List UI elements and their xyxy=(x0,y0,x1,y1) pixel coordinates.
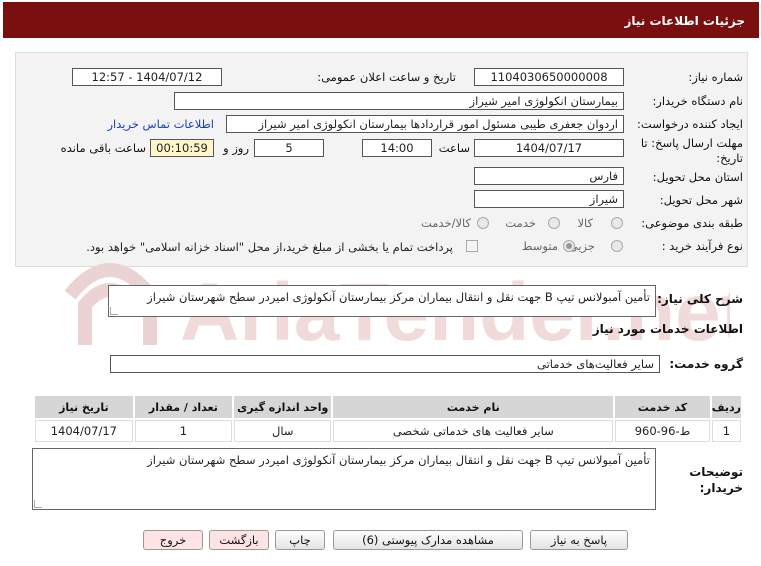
announce-field: 1404/07/12 - 12:57 xyxy=(72,68,222,86)
table-row: 1 ط-96-960 سایر فعالیت های خدماتی شخصی س… xyxy=(35,420,741,442)
resize-handle-icon[interactable] xyxy=(34,500,42,508)
city-label: شهر محل تحویل: xyxy=(659,193,743,207)
remaining-time-field: 00:10:59 xyxy=(150,139,214,157)
deadline-label-line1: مهلت ارسال پاسخ: تا xyxy=(640,136,743,150)
treasury-payment-note: پرداخت تمام یا بخشی از مبلغ خرید،از محل … xyxy=(86,240,453,254)
creator-field: اردوان جعفری طیبی مسئول امور قراردادها ب… xyxy=(226,115,624,133)
deadline-date-field: 1404/07/17 xyxy=(474,139,624,157)
back-button[interactable]: بازگشت xyxy=(209,530,269,550)
deadline-time-field: 14:00 xyxy=(362,139,432,157)
category-label: طبقه بندی موضوعی: xyxy=(641,216,743,230)
summary-text: تأمین آمبولانس تیپ B جهت نقل و انتقال بی… xyxy=(147,290,650,304)
purchase-type-label: نوع فرآیند خرید : xyxy=(661,239,743,253)
purchase-medium-label: متوسط xyxy=(521,239,558,253)
cell-service-name: سایر فعالیت های خدماتی شخصی xyxy=(333,420,614,442)
page-title: جزئیات اطلاعات نیاز xyxy=(624,14,745,28)
need-number-field: 1104030650000008 xyxy=(474,68,624,86)
category-goods-service-label: کالا/خدمت xyxy=(420,216,471,230)
need-number-label: شماره نیاز: xyxy=(688,70,743,84)
page-header: جزئیات اطلاعات نیاز xyxy=(3,2,759,38)
cell-service-code: ط-96-960 xyxy=(615,420,710,442)
summary-textarea[interactable]: تأمین آمبولانس تیپ B جهت نقل و انتقال بی… xyxy=(108,285,656,317)
cell-unit: سال xyxy=(234,420,332,442)
resize-handle-icon[interactable] xyxy=(110,307,118,315)
table-header-row: ردیف کد خدمت نام خدمت واحد اندازه گیری ت… xyxy=(35,396,741,418)
purchase-medium-radio[interactable] xyxy=(563,240,575,252)
cell-need-date: 1404/07/17 xyxy=(35,420,133,442)
services-section-title: اطلاعات خدمات مورد نیاز xyxy=(592,322,743,336)
province-label: استان محل تحویل: xyxy=(652,170,743,184)
days-label: روز و xyxy=(223,141,249,155)
purchase-minor-radio[interactable] xyxy=(611,240,623,252)
deadline-time-label: ساعت xyxy=(438,141,470,155)
remaining-time-label: ساعت باقی مانده xyxy=(60,141,146,155)
deadline-label-line2: تاریخ: xyxy=(716,151,743,165)
exit-button[interactable]: خروج xyxy=(143,530,203,550)
cell-row-number: 1 xyxy=(711,420,741,442)
col-header-service-name: نام خدمت xyxy=(333,396,614,418)
buyer-org-label: نام دستگاه خریدار: xyxy=(652,94,743,108)
col-header-service-code: کد خدمت xyxy=(615,396,710,418)
days-field: 5 xyxy=(254,139,324,157)
category-service-radio[interactable] xyxy=(548,217,560,229)
city-field: شیراز xyxy=(474,190,624,208)
buyer-notes-text: تأمین آمبولانس تیپ B جهت نقل و انتقال بی… xyxy=(147,453,650,467)
view-attachments-button[interactable]: مشاهده مدارک پیوستی (6) xyxy=(333,530,523,550)
category-goods-radio[interactable] xyxy=(611,217,623,229)
service-group-field: سایر فعالیت‌های خدماتی xyxy=(110,355,660,373)
col-header-need-date: تاریخ نیاز xyxy=(35,396,133,418)
buyer-notes-label-line2: خریدار: xyxy=(699,481,743,495)
col-header-quantity: تعداد / مقدار xyxy=(134,396,233,418)
category-service-label: خدمت xyxy=(505,216,536,230)
treasury-payment-checkbox[interactable] xyxy=(466,240,478,252)
reply-button[interactable]: پاسخ به نیاز xyxy=(530,530,628,550)
buyer-contact-link[interactable]: اطلاعات تماس خریدار xyxy=(107,117,214,131)
buyer-org-field: بیمارستان انکولوژی امیر شیراز xyxy=(174,92,624,110)
summary-label: شرح کلی نیاز: xyxy=(657,292,743,306)
creator-label: ایجاد کننده درخواست: xyxy=(637,117,743,131)
category-goods-service-radio[interactable] xyxy=(477,217,489,229)
buyer-notes-label-line1: توضیحات xyxy=(689,465,743,479)
services-table: ردیف کد خدمت نام خدمت واحد اندازه گیری ت… xyxy=(33,394,743,444)
print-button[interactable]: چاپ xyxy=(275,530,325,550)
col-header-row-number: ردیف xyxy=(711,396,741,418)
service-group-label: گروه خدمت: xyxy=(669,357,743,371)
cell-quantity: 1 xyxy=(134,420,233,442)
province-field: فارس xyxy=(474,167,624,185)
col-header-unit: واحد اندازه گیری xyxy=(234,396,332,418)
announce-label: تاریخ و ساعت اعلان عمومی: xyxy=(317,70,456,84)
buyer-notes-textarea[interactable]: تأمین آمبولانس تیپ B جهت نقل و انتقال بی… xyxy=(32,448,656,510)
category-goods-label: کالا xyxy=(577,216,593,230)
